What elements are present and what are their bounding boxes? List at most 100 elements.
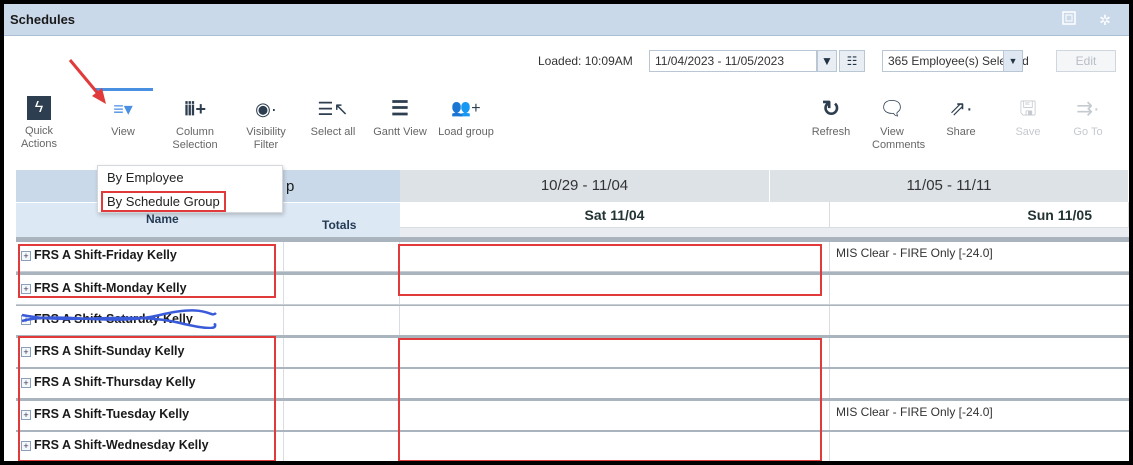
week-header: 10/29 - 11/04 — [400, 170, 770, 202]
calendar-icon: ☷ — [846, 54, 858, 68]
date-range-field[interactable]: 11/04/2023 - 11/05/2023 — [649, 50, 817, 72]
quick-actions-button[interactable]: ϟ Quick Actions — [16, 96, 62, 151]
sun-cell[interactable] — [830, 432, 1129, 461]
save-label: Save — [1015, 126, 1041, 138]
gantt-view-label: Gantt View — [373, 126, 427, 138]
totals-cell — [284, 369, 400, 398]
table-row[interactable]: + FRS A Shift-Thursday Kelly — [16, 369, 1129, 399]
window-title: Schedules — [10, 12, 76, 27]
totals-cell — [284, 242, 400, 271]
name-cell: + FRS A Shift-Saturday Kelly — [16, 306, 284, 335]
view-list-icon: ≡▾ — [113, 99, 133, 119]
gantt-view-button[interactable]: ☰ Gantt View — [372, 96, 428, 139]
week-header: 11/05 - 11/11 — [770, 170, 1129, 202]
visibility-filter-button[interactable]: ◉· Visibility Filter — [240, 96, 292, 152]
expand-icon[interactable]: + — [21, 315, 31, 325]
expand-icon[interactable]: + — [21, 347, 31, 357]
sun-cell[interactable] — [830, 275, 1129, 304]
totals-column-header[interactable]: Totals — [322, 218, 356, 232]
column-selection-label: Column Selection — [172, 126, 218, 151]
select-all-button[interactable]: ☰↖ Select all — [308, 96, 358, 139]
employee-selector-dropdown[interactable]: ▼ — [1003, 50, 1023, 72]
menu-item-by-schedule-group[interactable]: By Schedule Group — [101, 191, 226, 212]
group-name: FRS A Shift-Friday Kelly — [34, 248, 177, 262]
group-name: FRS A Shift-Sunday Kelly — [34, 344, 185, 358]
sun-cell[interactable] — [830, 306, 1129, 335]
table-row[interactable]: + FRS A Shift-Wednesday Kelly — [16, 432, 1129, 461]
table-row[interactable]: + FRS A Shift-Saturday Kelly — [16, 306, 1129, 336]
chevron-down-icon: ▼ — [821, 54, 833, 68]
date-range-value: 11/04/2023 - 11/05/2023 — [655, 54, 784, 68]
name-cell: + FRS A Shift-Monday Kelly — [16, 275, 284, 304]
sat-cell[interactable] — [400, 306, 830, 335]
table-row[interactable]: + FRS A Shift-Sunday Kelly — [16, 338, 1129, 368]
name-cell: + FRS A Shift-Tuesday Kelly — [16, 401, 284, 430]
name-column-header[interactable]: Name — [146, 212, 179, 226]
visibility-filter-label: Visibility Filter — [246, 126, 286, 151]
name-cell: + FRS A Shift-Sunday Kelly — [16, 338, 284, 367]
table-row[interactable]: + FRS A Shift-Friday Kelly MIS Clear - F… — [16, 242, 1129, 272]
expand-icon[interactable]: + — [21, 410, 31, 420]
day-header[interactable]: Sat 11/04 — [400, 202, 830, 228]
view-active-indicator — [95, 88, 153, 91]
totals-cell — [284, 338, 400, 367]
window-icon[interactable] — [1060, 11, 1078, 29]
sun-cell[interactable]: MIS Clear - FIRE Only [-24.0] — [830, 242, 1129, 271]
sat-cell[interactable] — [400, 275, 830, 304]
chevron-down-icon: ▼ — [1008, 56, 1018, 66]
gear-icon[interactable]: ✲ — [1096, 11, 1114, 29]
gantt-icon: ☰ — [391, 98, 409, 120]
menu-item-by-employee[interactable]: By Employee — [107, 170, 184, 185]
refresh-button[interactable]: ↻ Refresh — [808, 96, 854, 139]
share-button[interactable]: ⇗· Share — [936, 96, 986, 139]
name-cell: + FRS A Shift-Wednesday Kelly — [16, 432, 284, 461]
employee-selector[interactable]: 365 Employee(s) Selected — [882, 50, 1029, 72]
go-to-icon: ⇉· — [1076, 98, 1100, 120]
calendar-button[interactable]: ☷ — [839, 50, 865, 72]
sat-cell[interactable] — [400, 432, 830, 461]
group-header-label: p — [286, 178, 295, 195]
view-button[interactable]: ≡▾ View — [97, 96, 149, 139]
column-selection-button[interactable]: ⅲ+ Column Selection — [166, 96, 224, 152]
totals-cell — [284, 401, 400, 430]
sun-cell[interactable]: MIS Clear - FIRE Only [-24.0] — [830, 401, 1129, 430]
go-to-label: Go To — [1073, 126, 1103, 138]
date-range-dropdown[interactable]: ▼ — [817, 50, 837, 72]
load-group-button[interactable]: 👥+ Load group — [438, 96, 494, 139]
name-cell: + FRS A Shift-Thursday Kelly — [16, 369, 284, 398]
sat-cell[interactable] — [400, 369, 830, 398]
view-dropdown-menu: By Employee By Schedule Group — [97, 165, 283, 213]
sat-cell[interactable] — [400, 242, 830, 271]
table-row[interactable]: + FRS A Shift-Monday Kelly — [16, 275, 1129, 305]
go-to-button[interactable]: ⇉· Go To — [1064, 96, 1112, 139]
view-comments-label: View Comments — [872, 126, 926, 151]
lightning-icon: ϟ — [27, 96, 51, 120]
edit-button[interactable]: Edit — [1056, 50, 1116, 72]
sat-cell[interactable] — [400, 338, 830, 367]
sat-cell[interactable] — [400, 401, 830, 430]
save-button[interactable]: 🖫 Save — [1006, 96, 1050, 139]
share-label: Share — [946, 126, 976, 138]
group-name: FRS A Shift-Tuesday Kelly — [34, 407, 190, 421]
group-name: FRS A Shift-Thursday Kelly — [34, 375, 196, 389]
day-header[interactable]: Sun 11/05 — [830, 202, 1129, 228]
save-icon: 🖫 — [1019, 98, 1037, 120]
sun-cell[interactable] — [830, 338, 1129, 367]
sun-cell[interactable] — [830, 369, 1129, 398]
expand-icon[interactable]: + — [21, 284, 31, 294]
totals-cell — [284, 432, 400, 461]
totals-cell — [284, 306, 400, 335]
expand-icon[interactable]: + — [21, 251, 31, 261]
view-comments-button[interactable]: 🗨 View Comments — [866, 96, 926, 152]
refresh-icon: ↻ — [821, 96, 841, 121]
expand-icon[interactable]: + — [21, 378, 31, 388]
table-row[interactable]: + FRS A Shift-Tuesday Kelly MIS Clear - … — [16, 401, 1129, 431]
view-label: View — [111, 126, 135, 138]
load-group-label: Load group — [438, 126, 494, 138]
quick-actions-label: Quick Actions — [20, 125, 58, 150]
group-name: FRS A Shift-Saturday Kelly — [34, 312, 193, 326]
totals-cell — [284, 275, 400, 304]
expand-icon[interactable]: + — [21, 441, 31, 451]
title-bar: Schedules ✲ — [4, 4, 1129, 36]
columns-icon: ⅲ+ — [184, 99, 206, 119]
